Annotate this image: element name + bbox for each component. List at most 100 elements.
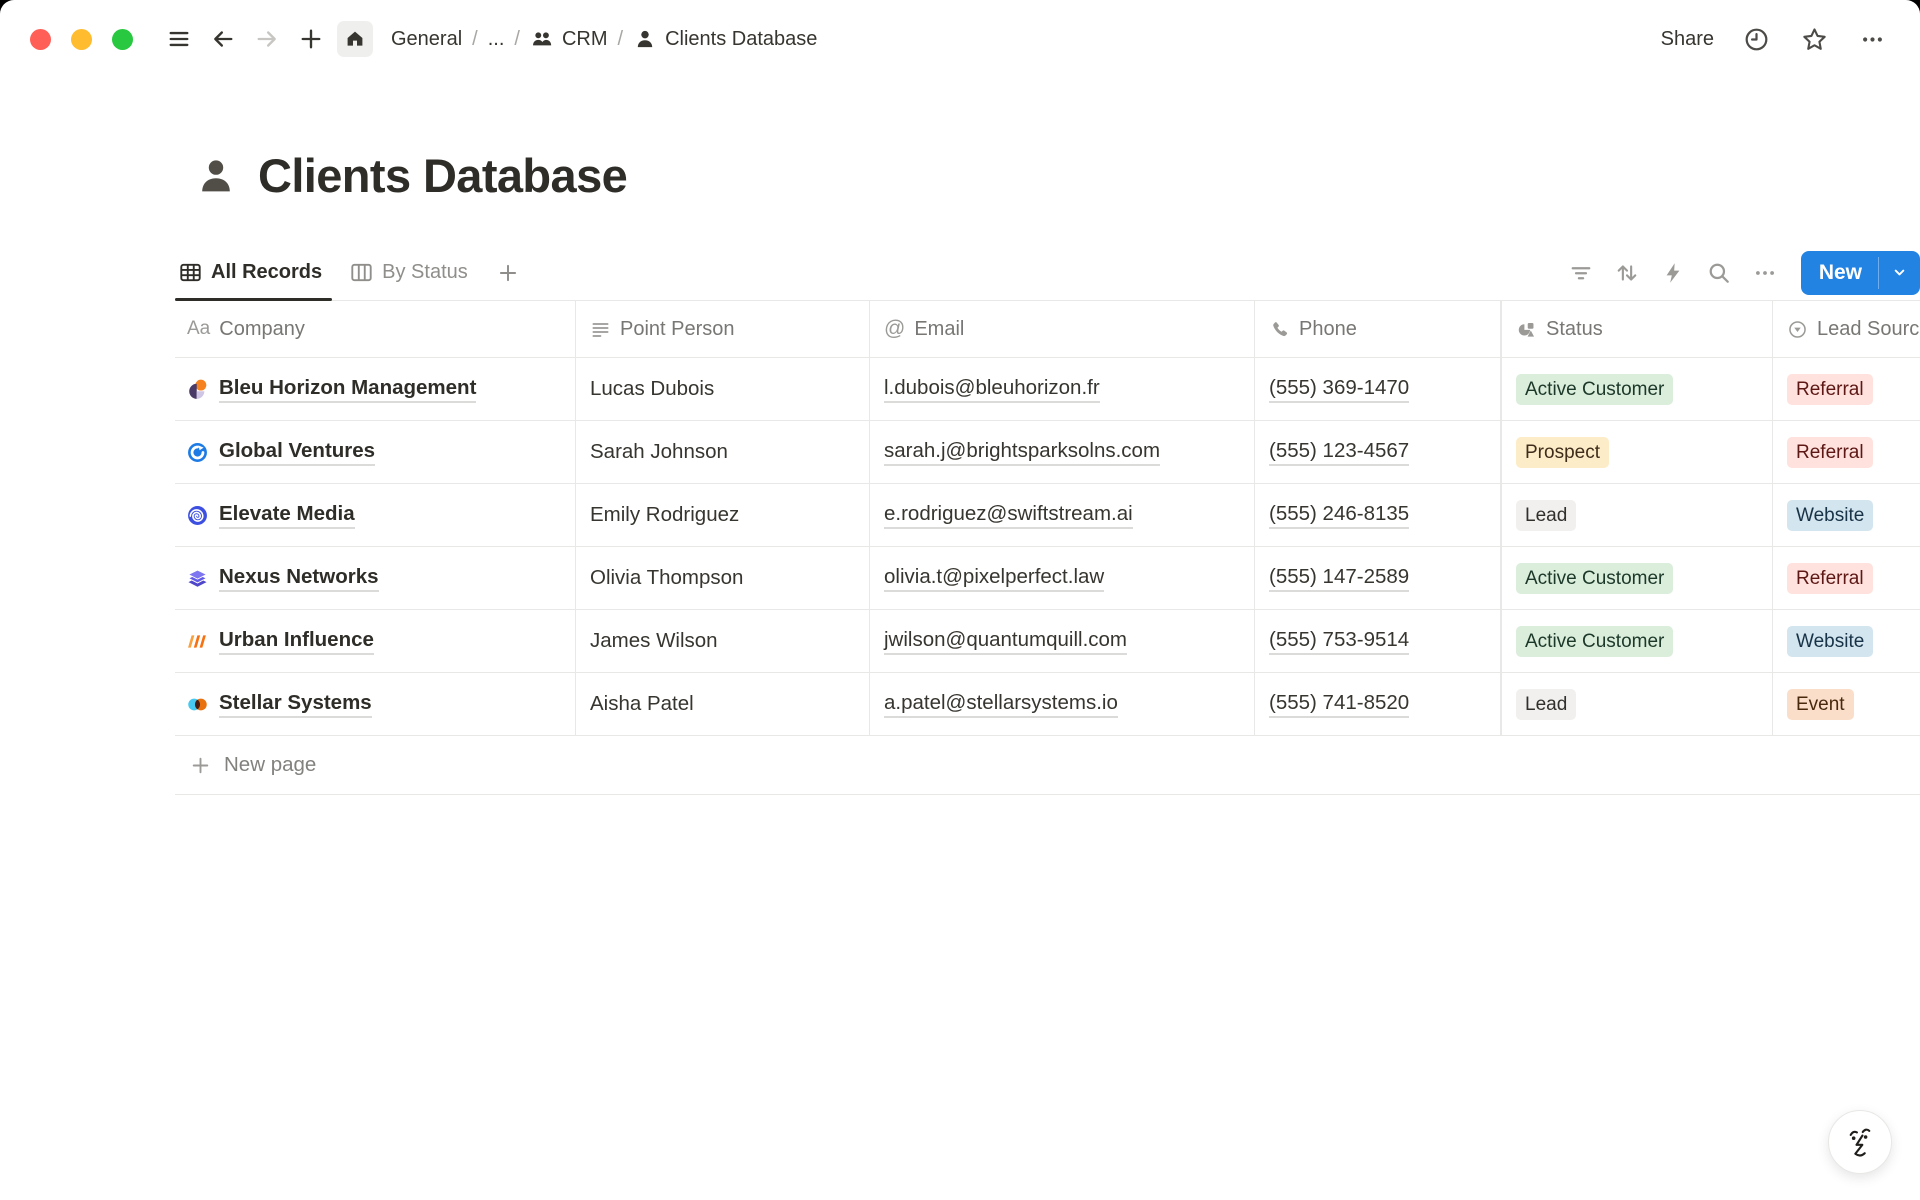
person-icon	[633, 27, 657, 51]
phone-link[interactable]: (555) 123-4567	[1269, 439, 1409, 466]
new-tab-icon[interactable]	[293, 21, 329, 57]
lead-source-cell[interactable]: Referral	[1772, 421, 1920, 483]
column-header-lead-source[interactable]: Lead Source	[1772, 301, 1920, 357]
phone-cell[interactable]: (555) 246-8135	[1254, 484, 1501, 546]
company-cell[interactable]: Nexus Networks	[175, 547, 575, 609]
board-view-icon	[350, 261, 373, 284]
phone-link[interactable]: (555) 369-1470	[1269, 376, 1409, 403]
company-cell[interactable]: Urban Influence	[175, 610, 575, 672]
point-person-name: James Wilson	[590, 629, 718, 653]
email-link[interactable]: sarah.j@brightsparksolns.com	[884, 439, 1160, 466]
email-link[interactable]: a.patel@stellarsystems.io	[884, 691, 1118, 718]
chevron-down-icon[interactable]	[1879, 251, 1920, 295]
lead-source-cell[interactable]: Website	[1772, 484, 1920, 546]
person-icon[interactable]	[194, 154, 238, 198]
minimize-window-button[interactable]	[71, 29, 92, 50]
forward-arrow-icon[interactable]	[249, 21, 285, 57]
automation-lightning-icon[interactable]	[1655, 255, 1691, 291]
favorite-star-icon[interactable]	[1796, 21, 1832, 57]
point-person-cell[interactable]: Sarah Johnson	[575, 421, 869, 483]
sort-icon[interactable]	[1609, 255, 1645, 291]
new-record-button[interactable]: New	[1801, 251, 1920, 295]
more-options-icon[interactable]	[1854, 21, 1890, 57]
breadcrumb-item-crm[interactable]: CRM	[522, 23, 616, 55]
new-page-row[interactable]: New page	[175, 736, 1920, 795]
email-link[interactable]: l.dubois@bleuhorizon.fr	[884, 376, 1100, 403]
tab-by-status[interactable]: By Status	[346, 245, 478, 300]
lead-source-badge: Referral	[1787, 437, 1873, 468]
phone-cell[interactable]: (555) 753-9514	[1254, 610, 1501, 672]
point-person-cell[interactable]: Aisha Patel	[575, 673, 869, 735]
column-header-phone[interactable]: Phone	[1254, 301, 1501, 357]
company-cell[interactable]: Stellar Systems	[175, 673, 575, 735]
phone-cell[interactable]: (555) 741-8520	[1254, 673, 1501, 735]
tab-all-records[interactable]: All Records	[175, 245, 332, 300]
company-name[interactable]: Bleu Horizon Management	[219, 376, 476, 403]
breadcrumb-item-clients-database[interactable]: Clients Database	[625, 23, 825, 55]
status-cell[interactable]: Active Customer	[1501, 358, 1772, 420]
column-header-status[interactable]: Status	[1501, 301, 1772, 357]
filter-icon[interactable]	[1563, 255, 1599, 291]
email-cell[interactable]: sarah.j@brightsparksolns.com	[869, 421, 1254, 483]
add-view-icon[interactable]	[492, 257, 524, 289]
breadcrumb-collapsed[interactable]: ...	[480, 24, 513, 55]
lead-source-cell[interactable]: Referral	[1772, 358, 1920, 420]
email-cell[interactable]: jwilson@quantumquill.com	[869, 610, 1254, 672]
status-cell[interactable]: Active Customer	[1501, 547, 1772, 609]
email-cell[interactable]: l.dubois@bleuhorizon.fr	[869, 358, 1254, 420]
history-clock-icon[interactable]	[1738, 21, 1774, 57]
view-tab-bar: All Records By Status	[175, 245, 1920, 301]
column-header-point-person[interactable]: Point Person	[575, 301, 869, 357]
company-cell[interactable]: Elevate Media	[175, 484, 575, 546]
point-person-cell[interactable]: Emily Rodriguez	[575, 484, 869, 546]
search-icon[interactable]	[1701, 255, 1737, 291]
column-header-company[interactable]: Aa Company	[175, 301, 575, 357]
phone-cell[interactable]: (555) 123-4567	[1254, 421, 1501, 483]
share-button[interactable]: Share	[1651, 22, 1724, 57]
point-person-cell[interactable]: Lucas Dubois	[575, 358, 869, 420]
phone-cell[interactable]: (555) 369-1470	[1254, 358, 1501, 420]
email-cell[interactable]: e.rodriguez@swiftstream.ai	[869, 484, 1254, 546]
breadcrumb-item-general[interactable]: General	[383, 24, 470, 55]
zoom-window-button[interactable]	[112, 29, 133, 50]
phone-cell[interactable]: (555) 147-2589	[1254, 547, 1501, 609]
company-cell[interactable]: Bleu Horizon Management	[175, 358, 575, 420]
sidebar-menu-icon[interactable]	[161, 21, 197, 57]
email-link[interactable]: jwilson@quantumquill.com	[884, 628, 1127, 655]
status-cell[interactable]: Lead	[1501, 484, 1772, 546]
back-arrow-icon[interactable]	[205, 21, 241, 57]
lead-source-badge: Event	[1787, 689, 1854, 720]
home-icon[interactable]	[337, 21, 373, 57]
point-person-cell[interactable]: James Wilson	[575, 610, 869, 672]
status-cell[interactable]: Lead	[1501, 673, 1772, 735]
company-name[interactable]: Urban Influence	[219, 628, 374, 655]
company-name[interactable]: Elevate Media	[219, 502, 355, 529]
company-cell[interactable]: Global Ventures	[175, 421, 575, 483]
company-name[interactable]: Nexus Networks	[219, 565, 379, 592]
lead-source-cell[interactable]: Event	[1772, 673, 1920, 735]
close-window-button[interactable]	[30, 29, 51, 50]
notion-ai-button[interactable]	[1828, 1110, 1892, 1174]
phone-link[interactable]: (555) 741-8520	[1269, 691, 1409, 718]
status-cell[interactable]: Prospect	[1501, 421, 1772, 483]
point-person-name: Sarah Johnson	[590, 440, 728, 464]
phone-link[interactable]: (555) 147-2589	[1269, 565, 1409, 592]
status-cell[interactable]: Active Customer	[1501, 610, 1772, 672]
lead-source-badge: Referral	[1787, 563, 1873, 594]
email-link[interactable]: olivia.t@pixelperfect.law	[884, 565, 1104, 592]
view-more-icon[interactable]	[1747, 255, 1783, 291]
page-title: Clients Database	[258, 148, 627, 203]
phone-link[interactable]: (555) 246-8135	[1269, 502, 1409, 529]
company-name[interactable]: Global Ventures	[219, 439, 375, 466]
company-name[interactable]: Stellar Systems	[219, 691, 372, 718]
lead-source-cell[interactable]: Website	[1772, 610, 1920, 672]
phone-link[interactable]: (555) 753-9514	[1269, 628, 1409, 655]
email-link[interactable]: e.rodriguez@swiftstream.ai	[884, 502, 1133, 529]
lead-source-cell[interactable]: Referral	[1772, 547, 1920, 609]
column-header-email[interactable]: @ Email	[869, 301, 1254, 357]
breadcrumb-label: General	[391, 28, 462, 51]
lead-source-badge: Referral	[1787, 374, 1873, 405]
email-cell[interactable]: olivia.t@pixelperfect.law	[869, 547, 1254, 609]
email-cell[interactable]: a.patel@stellarsystems.io	[869, 673, 1254, 735]
point-person-cell[interactable]: Olivia Thompson	[575, 547, 869, 609]
